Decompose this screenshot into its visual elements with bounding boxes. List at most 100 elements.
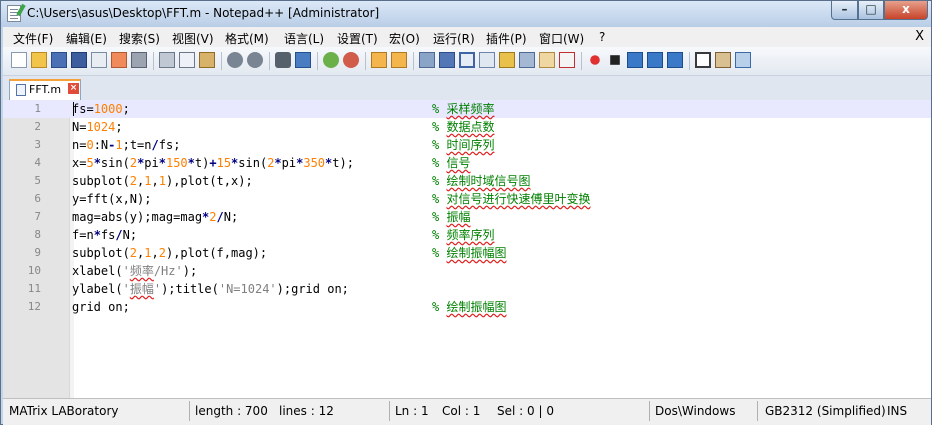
- doc-map-icon[interactable]: [499, 52, 515, 68]
- status-line-number: Ln : 1: [395, 404, 429, 418]
- status-divider: [189, 401, 190, 421]
- code-lines: 1 fs=1000; % 采样频率 2 N=1024; % 数据点数 3 n=0:N-1;t=…: [3, 100, 931, 316]
- code-comment: % 绘制振幅图: [432, 300, 507, 314]
- stop-macro-icon[interactable]: [610, 55, 620, 65]
- code-text: subplot(2,1,1),plot(t,x);: [72, 174, 253, 188]
- code-line[interactable]: 6 y=fft(x,N); % 对信号进行快速傅里叶变换: [3, 190, 931, 208]
- code-comment: % 采样频率: [432, 102, 495, 116]
- new-file-icon[interactable]: [11, 52, 27, 68]
- menu-macro[interactable]: 宏(O): [389, 30, 420, 47]
- code-comment: % 时间序列: [432, 138, 495, 152]
- code-line[interactable]: 4 x=5*sin(2*pi*150*t)+15*sin(2*pi*350*t);…: [3, 154, 931, 172]
- close-document-x[interactable]: X: [915, 29, 924, 44]
- line-number: 2: [34, 120, 41, 133]
- indent-guide-icon[interactable]: [459, 52, 475, 68]
- toolbar-separator: [317, 52, 318, 70]
- save-all-icon[interactable]: [71, 52, 87, 68]
- menu-language[interactable]: 语言(L): [284, 30, 324, 47]
- spell-check-icon[interactable]: [695, 52, 711, 68]
- menu-run[interactable]: 运行(R): [433, 30, 475, 47]
- line-number: 4: [34, 156, 41, 169]
- zoom-out-icon[interactable]: [343, 52, 359, 68]
- redo-icon[interactable]: [247, 52, 263, 68]
- find-icon[interactable]: [275, 52, 291, 68]
- code-comment: % 绘制时域信号图: [432, 174, 531, 188]
- code-line[interactable]: 10 xlabel('频率/Hz');: [3, 262, 931, 280]
- menu-settings[interactable]: 设置(T): [337, 30, 378, 47]
- document-icon: [16, 84, 26, 96]
- save-macro-icon[interactable]: [667, 52, 683, 68]
- cut-icon[interactable]: [159, 52, 175, 68]
- status-lines: lines : 12: [279, 404, 334, 418]
- sync-vertical-icon[interactable]: [371, 52, 387, 68]
- udl-icon[interactable]: [479, 52, 495, 68]
- status-divider: [389, 401, 390, 421]
- code-line[interactable]: 12 grid on; % 绘制振幅图: [3, 298, 931, 316]
- code-line[interactable]: 9 subplot(2,1,2),plot(f,mag); % 绘制振幅图: [3, 244, 931, 262]
- code-comment: % 绘制振幅图: [432, 246, 507, 260]
- menu-edit[interactable]: 编辑(E): [66, 30, 107, 47]
- toolbar-separator: [269, 52, 270, 70]
- undo-icon[interactable]: [227, 52, 243, 68]
- play-macro-icon[interactable]: [627, 52, 643, 68]
- code-line[interactable]: 3 n=0:N-1;t=n/fs; % 时间序列: [3, 136, 931, 154]
- sync-horizontal-icon[interactable]: [391, 52, 407, 68]
- tab-fft-m[interactable]: FFT.m ×: [9, 79, 81, 100]
- zoom-in-icon[interactable]: [323, 52, 339, 68]
- monitoring-icon[interactable]: [559, 52, 575, 68]
- spell-next-icon[interactable]: [735, 52, 751, 68]
- word-wrap-icon[interactable]: [419, 52, 435, 68]
- record-macro-icon[interactable]: [590, 55, 600, 65]
- status-insert-mode: INS: [887, 404, 908, 418]
- folder-workspace-icon[interactable]: [539, 52, 555, 68]
- menu-file[interactable]: 文件(F): [13, 30, 53, 47]
- spell-auto-icon[interactable]: [715, 52, 731, 68]
- menu-search[interactable]: 搜索(S): [119, 30, 160, 47]
- code-line[interactable]: 11 ylabel('振幅');title('N=1024');grid on;: [3, 280, 931, 298]
- save-icon[interactable]: [51, 52, 67, 68]
- show-all-chars-icon[interactable]: [439, 52, 455, 68]
- open-file-icon[interactable]: [31, 52, 47, 68]
- run-macro-multiple-icon[interactable]: [647, 52, 663, 68]
- menu-format[interactable]: 格式(M): [225, 30, 269, 47]
- paste-icon[interactable]: [199, 52, 215, 68]
- maximize-button[interactable]: □: [858, 1, 884, 20]
- tab-close-icon[interactable]: ×: [68, 83, 79, 94]
- status-length: length : 700: [195, 404, 268, 418]
- function-list-icon[interactable]: [519, 52, 535, 68]
- replace-icon[interactable]: [295, 52, 311, 68]
- status-column: Col : 1: [442, 404, 481, 418]
- line-number: 12: [27, 300, 41, 313]
- minimize-button[interactable]: –: [831, 1, 858, 20]
- toolbar-separator: [413, 52, 414, 70]
- toolbar-separator: [221, 52, 222, 70]
- line-number: 3: [34, 138, 41, 151]
- title-bar[interactable]: C:\Users\asus\Desktop\FFT.m - Notepad++ …: [1, 1, 931, 27]
- code-comment: % 对信号进行快速傅里叶变换: [432, 192, 591, 206]
- notepadpp-app-icon: [7, 5, 21, 22]
- tab-bar: FFT.m ×: [3, 76, 931, 100]
- close-all-icon[interactable]: [111, 52, 127, 68]
- menu-plugins[interactable]: 插件(P): [486, 30, 527, 47]
- line-number: 5: [34, 174, 41, 187]
- menu-help[interactable]: ?: [599, 30, 605, 44]
- code-comment: % 振幅: [432, 210, 471, 224]
- code-line[interactable]: 8 f=n*fs/N; % 频率序列: [3, 226, 931, 244]
- menu-window[interactable]: 窗口(W): [539, 30, 584, 47]
- code-editor[interactable]: 1 fs=1000; % 采样频率 2 N=1024; % 数据点数 3 n=0:N-1;t=…: [3, 100, 931, 398]
- menu-view[interactable]: 视图(V): [172, 30, 214, 47]
- code-text: y=fft(x,N);: [72, 192, 152, 206]
- code-text: f=n*fs/N;: [72, 228, 138, 242]
- copy-icon[interactable]: [179, 52, 195, 68]
- close-window-button[interactable]: x: [884, 1, 928, 20]
- code-text: subplot(2,1,2),plot(f,mag);: [72, 246, 268, 260]
- close-file-icon[interactable]: [91, 52, 107, 68]
- code-comment: % 频率序列: [432, 228, 495, 242]
- print-icon[interactable]: [131, 52, 147, 68]
- code-line[interactable]: 5 subplot(2,1,1),plot(t,x); % 绘制时域信号图: [3, 172, 931, 190]
- code-line[interactable]: 2 N=1024; % 数据点数: [3, 118, 931, 136]
- code-line[interactable]: 7 mag=abs(y);mag=mag*2/N; % 振幅: [3, 208, 931, 226]
- status-language: MATrix LABoratory: [9, 404, 119, 418]
- code-line[interactable]: 1 fs=1000; % 采样频率: [3, 100, 931, 118]
- status-bar: MATrix LABoratory length : 700 lines : 1…: [3, 398, 931, 425]
